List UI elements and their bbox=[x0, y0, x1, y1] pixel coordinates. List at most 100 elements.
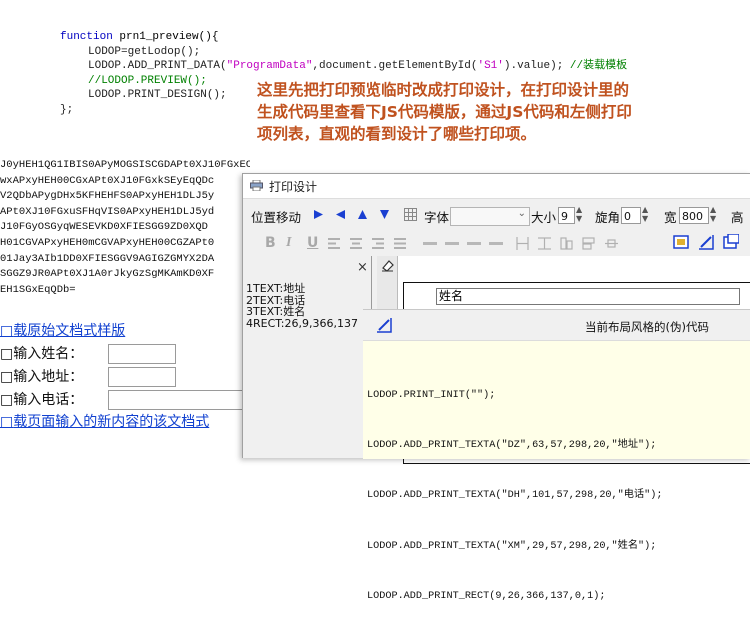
code-line-6: }; bbox=[60, 103, 73, 118]
code-line: LODOP.ADD_PRINT_TEXTA("XM",29,57,298,20,… bbox=[367, 540, 657, 552]
list-item[interactable]: 4RECT:26,9,366,137 bbox=[246, 317, 358, 330]
distribute-icon[interactable] bbox=[605, 237, 618, 250]
address-input[interactable] bbox=[108, 366, 176, 387]
designer-title: 打印设计 bbox=[269, 180, 318, 194]
italic-icon[interactable]: I bbox=[286, 235, 291, 251]
generated-code-text[interactable]: LODOP.PRINT_INIT(""); LODOP.ADD_PRINT_TE… bbox=[367, 354, 662, 640]
code-token: LODOP.ADD_PRINT_DATA( bbox=[88, 60, 227, 72]
code-token: "ProgramData" bbox=[226, 60, 313, 72]
annotation-callout: 这里先把打印预览临时改成打印设计，在打印设计里的 生成代码里查看下JS代码模版，… bbox=[257, 79, 697, 145]
size-label: 大小 bbox=[531, 210, 557, 225]
name-label: □输入姓名： bbox=[0, 345, 84, 362]
printer-icon bbox=[250, 180, 263, 191]
chevron-down-icon: ⌄ bbox=[517, 208, 526, 219]
align-right-icon[interactable] bbox=[372, 238, 384, 249]
code-token: }; bbox=[60, 103, 74, 116]
code-panel-title: 当前布局风格的(伪)代码 bbox=[585, 320, 709, 334]
load-new-link[interactable]: □载页面输入的新内容的该文档式 bbox=[0, 411, 250, 433]
rotate-label: 旋角 bbox=[595, 210, 621, 225]
align-vertical-icon[interactable] bbox=[560, 237, 573, 250]
width-input[interactable]: 800 bbox=[679, 207, 709, 224]
font-label: 字体 bbox=[424, 210, 450, 225]
underline-icon[interactable]: U bbox=[307, 235, 318, 251]
move-right-icon[interactable] bbox=[314, 210, 323, 219]
code-line: LODOP.ADD_PRINT_RECT(9,26,366,137,0,1); bbox=[367, 591, 606, 603]
template-text-line: H01CGVAPxyHEH0mCGVAPxyHEH00CGZAPt0 bbox=[0, 236, 215, 249]
load-original-link[interactable]: □载原始文档式样版 bbox=[0, 320, 250, 342]
line-dash-icon[interactable] bbox=[445, 242, 459, 245]
callout-line: 项列表，直观的看到设计了哪些打印项。 bbox=[257, 125, 537, 143]
add-image-icon[interactable] bbox=[673, 234, 689, 250]
line-solid-icon[interactable] bbox=[423, 242, 437, 245]
draw-line-icon bbox=[377, 318, 392, 333]
code-token: LODOP.PRINT_DESIGN(); bbox=[88, 89, 227, 101]
callout-line: 这里先把打印预览临时改成打印设计，在打印设计里的 bbox=[257, 81, 630, 99]
address-label: □输入地址： bbox=[0, 368, 84, 385]
code-line-2: LODOP=getLodop(); bbox=[88, 45, 200, 60]
same-width-icon[interactable] bbox=[516, 237, 529, 250]
move-down-icon[interactable] bbox=[380, 210, 389, 219]
phone-input[interactable] bbox=[108, 389, 250, 410]
name-input[interactable] bbox=[108, 343, 176, 364]
rotate-input[interactable]: 0 bbox=[621, 207, 641, 224]
code-line: LODOP.PRINT_INIT(""); bbox=[367, 389, 496, 401]
template-text-line: V2QDbAPygDHx5KFHEHFS0APxyHEH1DLJ5y bbox=[0, 190, 215, 203]
code-line-4: //LODOP.PREVIEW(); bbox=[88, 74, 207, 89]
template-text-line: EH1SGxEqQDb= bbox=[0, 283, 76, 296]
same-height-icon[interactable] bbox=[538, 237, 551, 250]
bold-icon[interactable]: B bbox=[265, 235, 276, 251]
toolbar-main: 位置移动 字体 ⌄ 大小 9 ▲ ▼ 旋角 0 ▲ ▼ 宽 800 ▲ ▼ 高 bbox=[243, 204, 750, 226]
move-up-icon[interactable] bbox=[358, 210, 367, 219]
line-dashdot-icon[interactable] bbox=[489, 242, 503, 245]
code-line-3: LODOP.ADD_PRINT_DATA("ProgramData",docum… bbox=[88, 59, 627, 74]
height-label: 高 bbox=[731, 210, 744, 225]
width-spinner-icon[interactable]: ▲ ▼ bbox=[710, 205, 716, 223]
template-text-line: wxAPxyHEH00CGxAPt0XJ10FGxkSEyEqQDc bbox=[0, 174, 215, 187]
address-row: □输入地址： bbox=[0, 365, 250, 388]
code-token: //LODOP.PREVIEW(); bbox=[88, 74, 207, 87]
phone-row: □输入电话： bbox=[0, 388, 250, 411]
code-line-cut: ~~ ~~~~~ ~~~ ~~~~~~~ bbox=[88, 0, 220, 5]
line-dot-icon[interactable] bbox=[467, 242, 481, 245]
template-text-line: APt0XJ10FGxuSFHqVIS0APxyHEH1DLJ5yd bbox=[0, 205, 215, 218]
align-center-icon[interactable] bbox=[350, 238, 362, 249]
move-left-icon[interactable] bbox=[336, 210, 345, 219]
address-label-text: 输入地址： bbox=[13, 368, 84, 385]
template-text-line: J0yHEH1QG1IBIS0APyMOGSISCGDAPt0XJ10FGxEC… bbox=[0, 159, 250, 171]
generated-code-panel: 当前布局风格的(伪)代码 LODOP.PRINT_INIT(""); LODOP… bbox=[363, 309, 750, 602]
justify-icon[interactable] bbox=[394, 238, 406, 249]
print-text-item-name[interactable]: 姓名 bbox=[436, 288, 740, 305]
code-token: LODOP=getLodop(); bbox=[88, 45, 201, 58]
size-spinner-icon[interactable]: ▲ ▼ bbox=[576, 205, 582, 223]
code-panel-header: 当前布局风格的(伪)代码 bbox=[363, 310, 750, 341]
page-form: □载原始文档式样版 □输入姓名： □输入地址： □输入电话： □载页面输入的新内… bbox=[0, 320, 250, 433]
draw-line-icon[interactable] bbox=[698, 234, 714, 250]
name-label-text: 输入姓名： bbox=[13, 345, 84, 362]
print-item-list-panel: × 1TEXT:地址 2TEXT:电话 3TEXT:姓名 4RECT:26,9,… bbox=[243, 256, 372, 458]
name-row: □输入姓名： bbox=[0, 342, 250, 365]
code-line-1: function prn1_preview(){ bbox=[60, 30, 218, 45]
rotate-spinner-icon[interactable]: ▲ ▼ bbox=[642, 205, 648, 223]
align-left-icon[interactable] bbox=[328, 238, 340, 249]
align-horizontal-icon[interactable] bbox=[582, 237, 595, 250]
eraser-icon[interactable] bbox=[381, 259, 394, 272]
toolbar-format: B I U bbox=[243, 234, 750, 256]
position-move-label: 位置移动 bbox=[251, 210, 302, 225]
code-line: LODOP.ADD_PRINT_TEXTA("DH",101,57,298,20… bbox=[367, 490, 663, 502]
list-item[interactable]: 1TEXT:地址 bbox=[246, 283, 358, 295]
template-textarea[interactable]: J0yHEH1QG1IBIS0APyMOGSISCGDAPt0XJ10FGxEC… bbox=[0, 158, 250, 298]
load-original-link-label: 载原始文档式样版 bbox=[13, 323, 126, 339]
code-token: //装载模板 bbox=[569, 60, 628, 72]
callout-line: 生成代码里查看下JS代码模版，通过JS代码和左侧打印 bbox=[257, 103, 632, 121]
width-label: 宽 bbox=[664, 210, 677, 225]
size-input[interactable]: 9 bbox=[558, 207, 575, 224]
close-icon[interactable]: × bbox=[357, 260, 368, 275]
code-token: 'S1' bbox=[477, 60, 504, 72]
grid-icon[interactable] bbox=[404, 208, 417, 221]
template-text-line: SGGZ9JR0APt0XJ1A0rJkyGzSgMKAmKD0XF bbox=[0, 268, 215, 281]
print-item-list: 1TEXT:地址 2TEXT:电话 3TEXT:姓名 4RECT:26,9,36… bbox=[246, 283, 358, 329]
font-select[interactable]: ⌄ bbox=[450, 207, 530, 226]
list-item[interactable]: 3TEXT:姓名 bbox=[246, 306, 358, 318]
add-item-icon[interactable] bbox=[723, 234, 739, 250]
code-token: function bbox=[60, 31, 120, 43]
